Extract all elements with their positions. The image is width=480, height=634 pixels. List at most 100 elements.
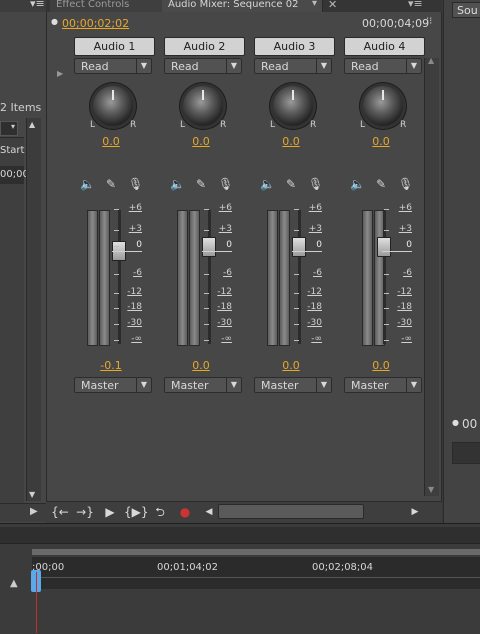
volume-value-audio-4[interactable]: 0.0 <box>361 359 401 372</box>
pan-knob-audio-3[interactable] <box>273 86 313 126</box>
playhead-marker-icon: ● <box>452 418 459 427</box>
source-timeline-bar[interactable] <box>452 442 480 464</box>
show-effects-arrow-icon[interactable]: ▶ <box>57 69 63 78</box>
fit-icon[interactable]: ⁝⁝ <box>426 16 432 27</box>
mixer-vertical-scrollbar[interactable]: ▲ ▼ <box>424 56 439 496</box>
level-meter-right <box>189 210 200 346</box>
view-dropdown[interactable]: ▾ <box>0 121 18 136</box>
pan-value-audio-4[interactable]: 0.0 <box>361 135 401 148</box>
zoom-range-bar[interactable] <box>32 549 480 555</box>
ruler-label: 00;01;04;02 <box>157 562 219 573</box>
current-timecode[interactable]: 00;00;02;02 <box>62 17 129 30</box>
time-ruler[interactable] <box>32 557 480 589</box>
project-bottom-bar: ▶ <box>0 503 46 522</box>
pan-value-audio-3[interactable]: 0.0 <box>271 135 311 148</box>
mute-speaker-icon[interactable]: 🔈 <box>170 177 185 191</box>
mute-speaker-icon[interactable]: 🔈 <box>80 177 95 191</box>
tab-effect-controls[interactable]: Effect Controls <box>50 0 163 12</box>
scroll-down-icon[interactable]: ▼ <box>428 485 434 494</box>
automation-dropdown-audio-2[interactable]: Read ▼ <box>164 58 242 74</box>
record-mic-icon[interactable]: 🎙 <box>128 177 143 191</box>
scroll-left-icon[interactable]: ◀ <box>200 503 218 521</box>
level-meter-left <box>177 210 188 346</box>
scroll-right-icon[interactable]: ▶ <box>30 506 38 517</box>
source-timecode[interactable]: 00 <box>462 417 477 431</box>
automation-dropdown-audio-3[interactable]: Read ▼ <box>254 58 332 74</box>
pan-value-audio-2[interactable]: 0.0 <box>181 135 221 148</box>
go-to-in-point-icon[interactable]: {← <box>51 503 69 521</box>
solo-icon[interactable]: ✎ <box>374 177 388 191</box>
volume-fader-audio-4[interactable] <box>377 237 391 257</box>
track-name-audio-4[interactable]: Audio 4 <box>344 37 425 56</box>
mute-speaker-icon[interactable]: 🔈 <box>260 177 275 191</box>
solo-icon[interactable]: ✎ <box>194 177 208 191</box>
zero-db-line <box>202 251 232 252</box>
snap-icon[interactable]: ▲ <box>10 578 18 589</box>
tab-dropdown-icon[interactable]: ▾ <box>312 0 317 9</box>
record-mic-icon[interactable]: 🎙 <box>218 177 233 191</box>
panel-menu-icon[interactable]: ▾≡ <box>408 0 423 10</box>
items-count-label: 2 Items <box>0 101 42 114</box>
db-tick-mark <box>114 274 119 275</box>
project-list <box>0 137 24 518</box>
solo-icon[interactable]: ✎ <box>284 177 298 191</box>
mixer-horizontal-scroll-thumb[interactable] <box>218 504 364 519</box>
play-in-to-out-icon[interactable]: {▶} <box>124 503 149 521</box>
scroll-up-icon[interactable]: ▲ <box>29 120 35 129</box>
go-to-out-point-icon[interactable]: →} <box>76 503 94 521</box>
solo-icon[interactable]: ✎ <box>104 177 118 191</box>
db-tick-mark <box>384 324 389 325</box>
db-scale-label: -6 <box>313 268 322 278</box>
output-dropdown-audio-1[interactable]: Master ▼ <box>74 377 152 393</box>
output-dropdown-audio-3[interactable]: Master ▼ <box>254 377 332 393</box>
db-tick-mark <box>114 293 119 294</box>
panel-menu-icon[interactable]: ▾≡ <box>30 0 45 10</box>
pan-knob-audio-4[interactable] <box>363 86 403 126</box>
start-column-header[interactable]: Start <box>0 145 24 156</box>
automation-dropdown-audio-4[interactable]: Read ▼ <box>344 58 422 74</box>
pan-knob-audio-2[interactable] <box>183 86 223 126</box>
scroll-up-icon[interactable]: ▲ <box>428 56 434 65</box>
output-dropdown-audio-2[interactable]: Master ▼ <box>164 377 242 393</box>
track-name-audio-1[interactable]: Audio 1 <box>74 37 155 56</box>
loop-icon[interactable]: ⮌ <box>151 503 169 521</box>
timeline-header-strip <box>0 527 480 544</box>
db-scale-label: +6 <box>218 203 232 213</box>
db-tick-mark <box>294 308 299 309</box>
start-timecode-cell[interactable]: 00;00 <box>0 166 29 184</box>
track-name-audio-3[interactable]: Audio 3 <box>254 37 335 56</box>
project-tab-bar: ▾≡ <box>0 0 46 12</box>
project-vertical-scrollbar[interactable]: ▲ ▼ <box>26 118 41 501</box>
volume-value-audio-1[interactable]: -0.1 <box>91 359 131 372</box>
db-tick-mark <box>204 274 209 275</box>
scroll-right-icon[interactable]: ▶ <box>406 503 424 521</box>
tab-audio-mixer[interactable]: Audio Mixer: Sequence 02 <box>162 0 323 12</box>
pan-knob-audio-1[interactable] <box>93 86 133 126</box>
output-dropdown-audio-4[interactable]: Master ▼ <box>344 377 422 393</box>
automation-dropdown-audio-1[interactable]: Read ▼ <box>74 58 152 74</box>
automation-label: Read <box>81 60 109 73</box>
record-mic-icon[interactable]: 🎙 <box>308 177 323 191</box>
zero-db-line <box>382 251 412 252</box>
db-scale-label: -18 <box>397 302 412 312</box>
scroll-down-icon[interactable]: ▼ <box>29 490 35 499</box>
db-scale-label: -∞ <box>401 334 412 344</box>
tab-source[interactable]: Sou <box>452 2 480 18</box>
mute-speaker-icon[interactable]: 🔈 <box>350 177 365 191</box>
play-icon[interactable]: ▶ <box>101 503 119 521</box>
volume-value-audio-3[interactable]: 0.0 <box>271 359 311 372</box>
track-name-audio-2[interactable]: Audio 2 <box>164 37 245 56</box>
record-mic-icon[interactable]: 🎙 <box>398 177 413 191</box>
db-scale-label: +3 <box>308 224 322 234</box>
pan-left-label: L <box>90 120 96 130</box>
level-meter-left <box>362 210 373 346</box>
db-tick-mark <box>294 209 299 210</box>
volume-value-audio-2[interactable]: 0.0 <box>181 359 221 372</box>
chevron-down-icon: ▼ <box>316 59 331 73</box>
sequence-duration: 00;00;04;09 <box>362 17 430 30</box>
db-scale-label: -12 <box>217 287 232 297</box>
close-tab-icon[interactable]: ✕ <box>328 0 337 11</box>
record-icon[interactable]: ● <box>176 503 194 521</box>
automation-label: Read <box>171 60 199 73</box>
pan-value-audio-1[interactable]: 0.0 <box>91 135 131 148</box>
